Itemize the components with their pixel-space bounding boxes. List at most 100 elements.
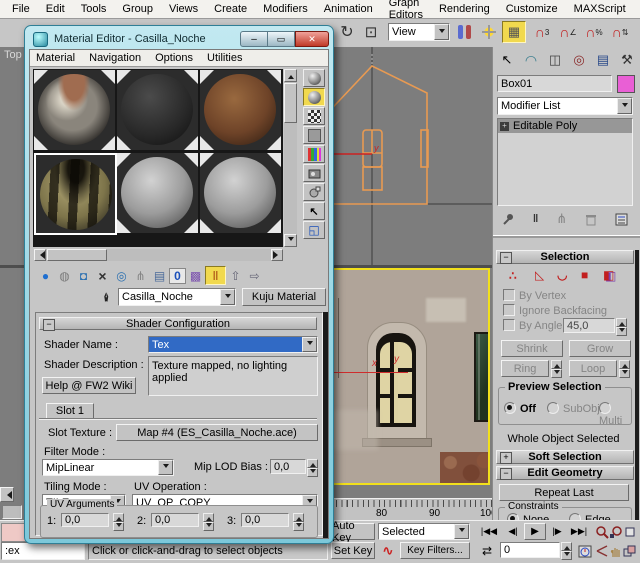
- get-material-icon[interactable]: ●: [36, 267, 55, 284]
- key-mode-toggle-icon[interactable]: ⇄: [476, 542, 498, 559]
- dropdown-arrow-icon[interactable]: [302, 337, 317, 352]
- vertex-subobject-icon[interactable]: ∴: [509, 269, 517, 283]
- me-menu-navigation[interactable]: Navigation: [89, 52, 141, 64]
- help-fw2-wiki-button[interactable]: Help @ FW2 Wiki: [42, 377, 136, 394]
- dropdown-arrow-icon[interactable]: [617, 98, 632, 114]
- filter-mode-dropdown[interactable]: MipLinear: [42, 459, 174, 476]
- expand-stack-icon[interactable]: +: [500, 122, 509, 131]
- minimize-button[interactable]: –: [240, 31, 268, 47]
- ring-spinner[interactable]: [551, 360, 562, 377]
- pin-stack-icon[interactable]: [501, 212, 515, 226]
- uv-arg3-field[interactable]: 0,0: [241, 513, 289, 527]
- play-button[interactable]: ▶: [524, 523, 546, 540]
- remove-modifier-icon[interactable]: [585, 213, 597, 226]
- maxscript-mini-listener[interactable]: :ex: [1, 542, 85, 560]
- tab-display-icon[interactable]: ▤: [591, 49, 615, 71]
- material-name-dropdown[interactable]: Casilla_Noche: [118, 288, 236, 306]
- menu-edit[interactable]: Edit: [38, 3, 73, 15]
- material-slot-2[interactable]: [117, 70, 198, 150]
- mip-lod-bias-spinner[interactable]: [307, 459, 318, 474]
- vscroll-thumb[interactable]: [284, 83, 297, 123]
- material-editor-window[interactable]: Material Editor - Casilla_Noche – ▭ ✕ Ma…: [24, 25, 334, 544]
- kuju-material-button[interactable]: Kuju Material: [242, 288, 326, 306]
- go-to-parent-icon[interactable]: ⇧: [226, 267, 245, 284]
- dropdown-arrow-icon[interactable]: [158, 460, 173, 475]
- tab-utilities-icon[interactable]: ⚒: [615, 49, 639, 71]
- key-filters-button[interactable]: Key Filters...: [400, 542, 470, 559]
- collapse-icon[interactable]: −: [500, 252, 512, 264]
- use-pivot-point-icon[interactable]: [456, 23, 474, 41]
- zoom-extents-icon[interactable]: [623, 523, 637, 540]
- by-vertex-row[interactable]: By Vertex: [503, 289, 566, 302]
- angle-snap-icon[interactable]: ∩∠: [556, 21, 580, 43]
- pan-hand-icon[interactable]: [609, 542, 623, 559]
- menu-modifiers[interactable]: Modifiers: [255, 3, 316, 15]
- me-scrollbar[interactable]: [323, 312, 328, 538]
- collapse-icon[interactable]: −: [43, 319, 55, 331]
- put-material-to-scene-icon[interactable]: ◍: [55, 267, 74, 284]
- snaps-toggle-icon[interactable]: ∩3: [530, 21, 554, 43]
- zoom-icon[interactable]: [595, 523, 609, 540]
- scroll-right-arrow[interactable]: [271, 249, 283, 261]
- next-frame-icon[interactable]: |▶: [548, 523, 566, 540]
- video-color-check-icon[interactable]: [303, 145, 325, 163]
- percent-snap-icon[interactable]: ∩%: [582, 21, 606, 43]
- maximize-button[interactable]: ▭: [268, 31, 295, 47]
- shader-name-dropdown[interactable]: Tex: [148, 336, 318, 353]
- material-id-channel-icon[interactable]: 0: [169, 268, 186, 284]
- put-to-library-icon[interactable]: ▤: [150, 267, 169, 284]
- show-end-result-stack-icon[interactable]: ‖: [533, 213, 538, 225]
- soft-selection-rollout-header[interactable]: + Soft Selection: [496, 450, 634, 464]
- reference-coordinate-dropdown[interactable]: View: [388, 23, 450, 41]
- backlight-icon[interactable]: [303, 88, 325, 106]
- by-angle-checkbox[interactable]: [503, 319, 515, 331]
- pick-material-eyedropper-icon[interactable]: ✒: [98, 288, 116, 306]
- background-icon[interactable]: [303, 107, 325, 125]
- edit-geometry-rollout-header[interactable]: − Edit Geometry: [496, 466, 634, 480]
- preview-off-radio[interactable]: Off: [504, 402, 536, 415]
- ignore-backfacing-row[interactable]: Ignore Backfacing: [503, 304, 607, 317]
- make-unique-stack-icon[interactable]: ⋔: [556, 211, 567, 227]
- dropdown-arrow-icon[interactable]: [220, 289, 235, 305]
- menu-animation[interactable]: Animation: [316, 3, 381, 15]
- assign-material-to-selection-icon[interactable]: ◘: [74, 267, 93, 284]
- material-slot-3[interactable]: [200, 70, 281, 150]
- select-and-manipulate-icon[interactable]: [479, 22, 499, 42]
- material-slot-1[interactable]: [34, 70, 115, 150]
- dropdown-arrow-icon[interactable]: [434, 24, 449, 40]
- goto-end-icon[interactable]: ▶▶|: [566, 523, 592, 540]
- auto-key-button[interactable]: Auto Key: [331, 523, 375, 540]
- close-button[interactable]: ✕: [295, 31, 329, 47]
- object-color-swatch[interactable]: [617, 75, 635, 93]
- tab-motion-icon[interactable]: ◎: [567, 49, 591, 71]
- slot-texture-map-button[interactable]: Map #4 (ES_Casilla_Noche.ace): [116, 424, 318, 441]
- go-forward-to-sibling-icon[interactable]: ⇨: [245, 267, 264, 284]
- slots-vscrollbar[interactable]: [284, 69, 297, 247]
- menu-help[interactable]: Help: [634, 3, 640, 15]
- menu-create[interactable]: Create: [206, 3, 255, 15]
- menu-graph-editors[interactable]: Graph Editors: [381, 0, 431, 21]
- frame-spinner[interactable]: [561, 542, 572, 558]
- track-bar[interactable]: 70 80 90 100: [320, 498, 492, 520]
- modifier-stack[interactable]: + Editable Poly: [497, 118, 633, 206]
- configure-modifier-sets-icon[interactable]: [615, 213, 629, 226]
- by-angle-spinner[interactable]: [616, 318, 627, 333]
- menu-customize[interactable]: Customize: [498, 3, 566, 15]
- hscroll-thumb[interactable]: [47, 249, 107, 261]
- ring-button[interactable]: Ring: [501, 360, 549, 377]
- border-subobject-icon[interactable]: ◡: [557, 268, 567, 282]
- make-material-copy-icon[interactable]: ◎: [112, 267, 131, 284]
- me-menu-utilities[interactable]: Utilities: [207, 52, 242, 64]
- me-menu-material[interactable]: Material: [36, 52, 75, 64]
- menu-group[interactable]: Group: [114, 3, 161, 15]
- uv-arg3-spinner[interactable]: [293, 513, 304, 527]
- goto-start-icon[interactable]: |◀◀: [476, 523, 502, 540]
- menu-rendering[interactable]: Rendering: [431, 3, 498, 15]
- repeat-last-button[interactable]: Repeat Last: [499, 484, 629, 501]
- sample-type-icon[interactable]: [303, 69, 325, 87]
- material-map-navigator-icon[interactable]: ◱: [303, 221, 325, 239]
- show-map-in-viewport-icon[interactable]: ▩: [186, 267, 205, 284]
- menu-maxscript[interactable]: MAXScript: [566, 3, 634, 15]
- selection-filter-dropdown[interactable]: Selected: [378, 523, 470, 540]
- preview-subobj-radio[interactable]: SubObj: [547, 402, 600, 415]
